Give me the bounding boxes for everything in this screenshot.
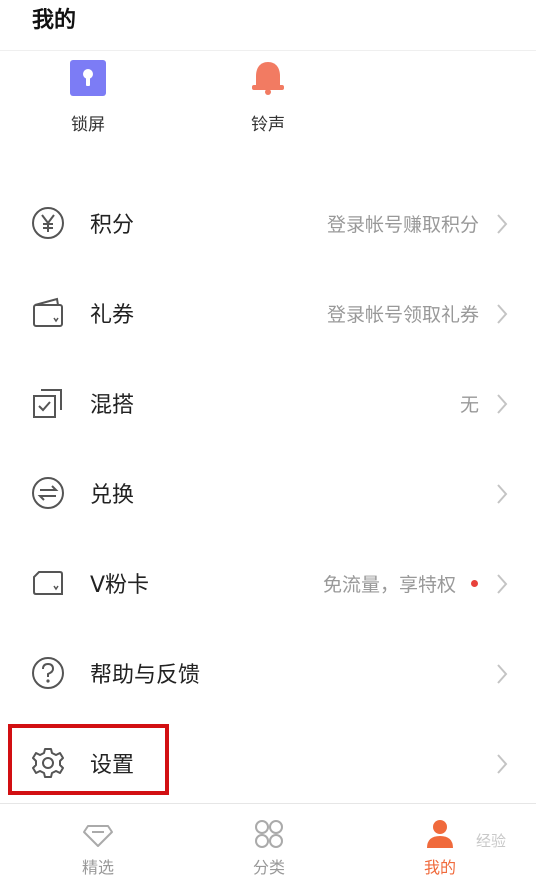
shortcut-lock-screen[interactable]: 锁屏 — [28, 60, 148, 140]
menu-item-label: 积分 — [90, 213, 135, 238]
bottom-tab-bar: 精选 分类 我的 — [0, 803, 536, 887]
bell-icon — [252, 62, 284, 95]
menu-item-label: 混搭 — [90, 393, 135, 418]
tab-label: 精选 — [81, 858, 114, 877]
wallet-icon — [33, 297, 63, 327]
page-title: 我的 — [32, 8, 77, 33]
chevron-right-icon — [497, 664, 508, 684]
chevron-right-icon — [497, 394, 508, 414]
mix-check-icon — [33, 389, 62, 418]
diamond-icon — [83, 825, 113, 847]
shortcut-ringtone[interactable]: 铃声 — [208, 60, 328, 140]
watermark-text: 经验 — [475, 832, 506, 850]
menu-item-value: 无 — [459, 394, 479, 416]
menu-item-label: 礼券 — [90, 303, 135, 328]
chevron-right-icon — [497, 484, 508, 504]
menu-item-value: 登录帐号领取礼券 — [326, 304, 479, 326]
tab-label: 分类 — [252, 858, 285, 877]
yen-icon — [32, 207, 64, 239]
shortcut-label: 锁屏 — [71, 115, 105, 135]
chevron-right-icon — [497, 754, 508, 774]
header: 我的 — [0, 0, 536, 51]
chevron-right-icon — [497, 304, 508, 324]
menu-item-value: 免流量，享特权 — [322, 574, 456, 596]
exchange-icon — [32, 477, 64, 509]
notification-dot — [471, 580, 478, 587]
lock-screen-icon — [70, 60, 106, 96]
chevron-right-icon — [497, 214, 508, 234]
menu-item-label: V粉卡 — [90, 573, 150, 598]
menu-item-value: 登录帐号赚取积分 — [326, 214, 479, 236]
menu-item-v-card[interactable]: V粉卡 免流量，享特权 — [0, 538, 536, 628]
card-icon — [33, 571, 63, 595]
tab-categories[interactable]: 分类 — [209, 804, 329, 887]
menu-item-points[interactable]: 积分 登录帐号赚取积分 — [0, 178, 536, 268]
menu-item-help-feedback[interactable]: 帮助与反馈 — [0, 628, 536, 718]
menu-item-coupons[interactable]: 礼券 登录帐号领取礼券 — [0, 268, 536, 358]
tab-featured[interactable]: 精选 — [38, 804, 158, 887]
user-icon — [427, 820, 453, 848]
menu-item-label: 兑换 — [90, 483, 135, 508]
tab-label: 我的 — [423, 858, 456, 877]
help-icon — [32, 657, 64, 689]
menu-item-mix[interactable]: 混搭 无 — [0, 358, 536, 448]
shortcut-label: 铃声 — [251, 115, 285, 135]
chevron-right-icon — [497, 574, 508, 594]
menu-item-label: 帮助与反馈 — [90, 663, 201, 688]
menu-item-exchange[interactable]: 兑换 — [0, 448, 536, 538]
grid-icon — [255, 820, 283, 848]
highlight-box — [8, 724, 169, 795]
